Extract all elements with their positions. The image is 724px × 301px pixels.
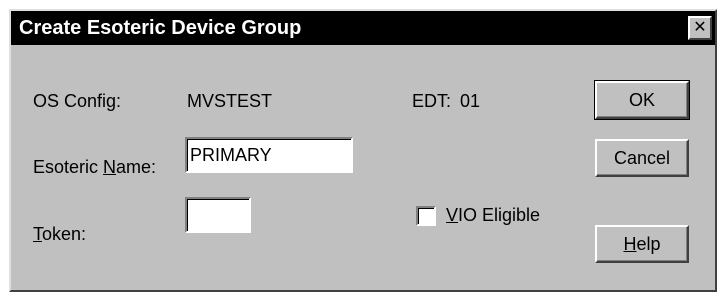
token-label-post: oken:: [42, 224, 87, 244]
vio-eligible-label-post: IO Eligible: [458, 205, 541, 225]
os-config-label: OS Config:: [33, 91, 122, 111]
close-icon: ✕: [693, 17, 707, 36]
vio-eligible-label[interactable]: VIO Eligible: [446, 205, 540, 226]
title-bar: Create Esoteric Device Group ✕: [11, 11, 715, 45]
ok-button[interactable]: OK: [594, 80, 690, 120]
token-input[interactable]: [185, 197, 251, 233]
esoteric-name-input[interactable]: [185, 137, 353, 173]
esoteric-name-label: Esoteric Name:: [33, 157, 156, 178]
token-label: Token:: [33, 224, 86, 245]
vio-eligible-checkbox[interactable]: [416, 206, 436, 226]
edt-label-text: EDT:: [412, 91, 452, 111]
esoteric-name-mnemonic: N: [103, 157, 117, 177]
esoteric-name-label-pre: Esoteric: [33, 157, 104, 177]
help-mnemonic: H: [623, 234, 637, 254]
close-button[interactable]: ✕: [688, 16, 712, 40]
help-button[interactable]: Help: [595, 225, 689, 263]
help-label-post: elp: [636, 234, 661, 254]
vio-eligible-mnemonic: V: [446, 205, 459, 225]
os-config-value: MVSTEST: [187, 91, 273, 111]
edt-value: 01: [460, 91, 481, 111]
cancel-button[interactable]: Cancel: [595, 139, 689, 177]
dialog-title: Create Esoteric Device Group: [19, 17, 302, 39]
create-esoteric-device-group-dialog: Create Esoteric Device Group ✕ OS Config…: [9, 9, 717, 292]
edt-label: EDT: 01: [412, 91, 480, 112]
token-mnemonic: T: [33, 224, 42, 244]
esoteric-name-label-post: ame:: [116, 157, 157, 177]
